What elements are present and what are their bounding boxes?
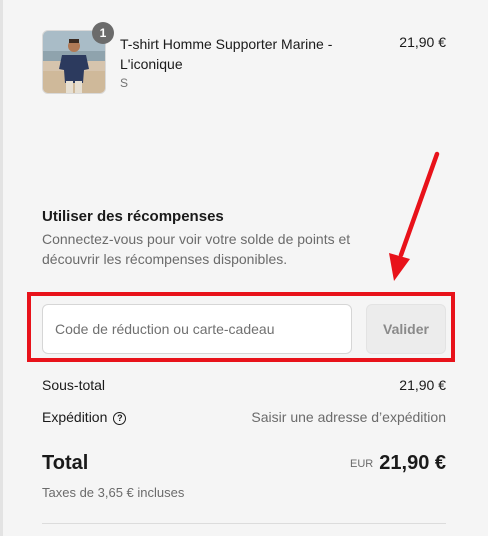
product-title: T-shirt Homme Supporter Marine - L'iconi… [120,36,333,72]
divider [42,523,446,524]
total-value-group: EUR 21,90 € [350,452,446,475]
shipping-label: Expédition [42,409,108,425]
discount-code-input[interactable] [42,304,352,354]
validate-button[interactable]: Valider [366,304,446,354]
total-label: Total [42,452,89,474]
subtotal-value: 21,90 € [399,377,446,393]
rewards-title: Utiliser des récompenses [42,208,224,225]
rewards-description: Connectez-vous pour voir votre solde de … [42,231,351,267]
taxes-note: Taxes de 3,65 € incluses [42,485,185,500]
panel-left-border [0,0,3,536]
product-variant: S [120,76,129,90]
product-price: 21,90 € [399,34,446,50]
line-item: 1 T-shirt Homme Supporter Marine - L'ico… [42,22,446,94]
currency-code: EUR [350,458,374,470]
total-amount: 21,90 € [379,452,446,474]
quantity-badge: 1 [92,22,114,44]
shipping-row: Expédition? Saisir une adresse d’expédit… [42,409,446,425]
subtotal-row: Sous-total 21,90 € [42,377,446,393]
question-circle-icon[interactable]: ? [113,412,127,425]
shipping-value: Saisir une adresse d’expédition [251,409,446,425]
subtotal-label: Sous-total [42,377,106,393]
